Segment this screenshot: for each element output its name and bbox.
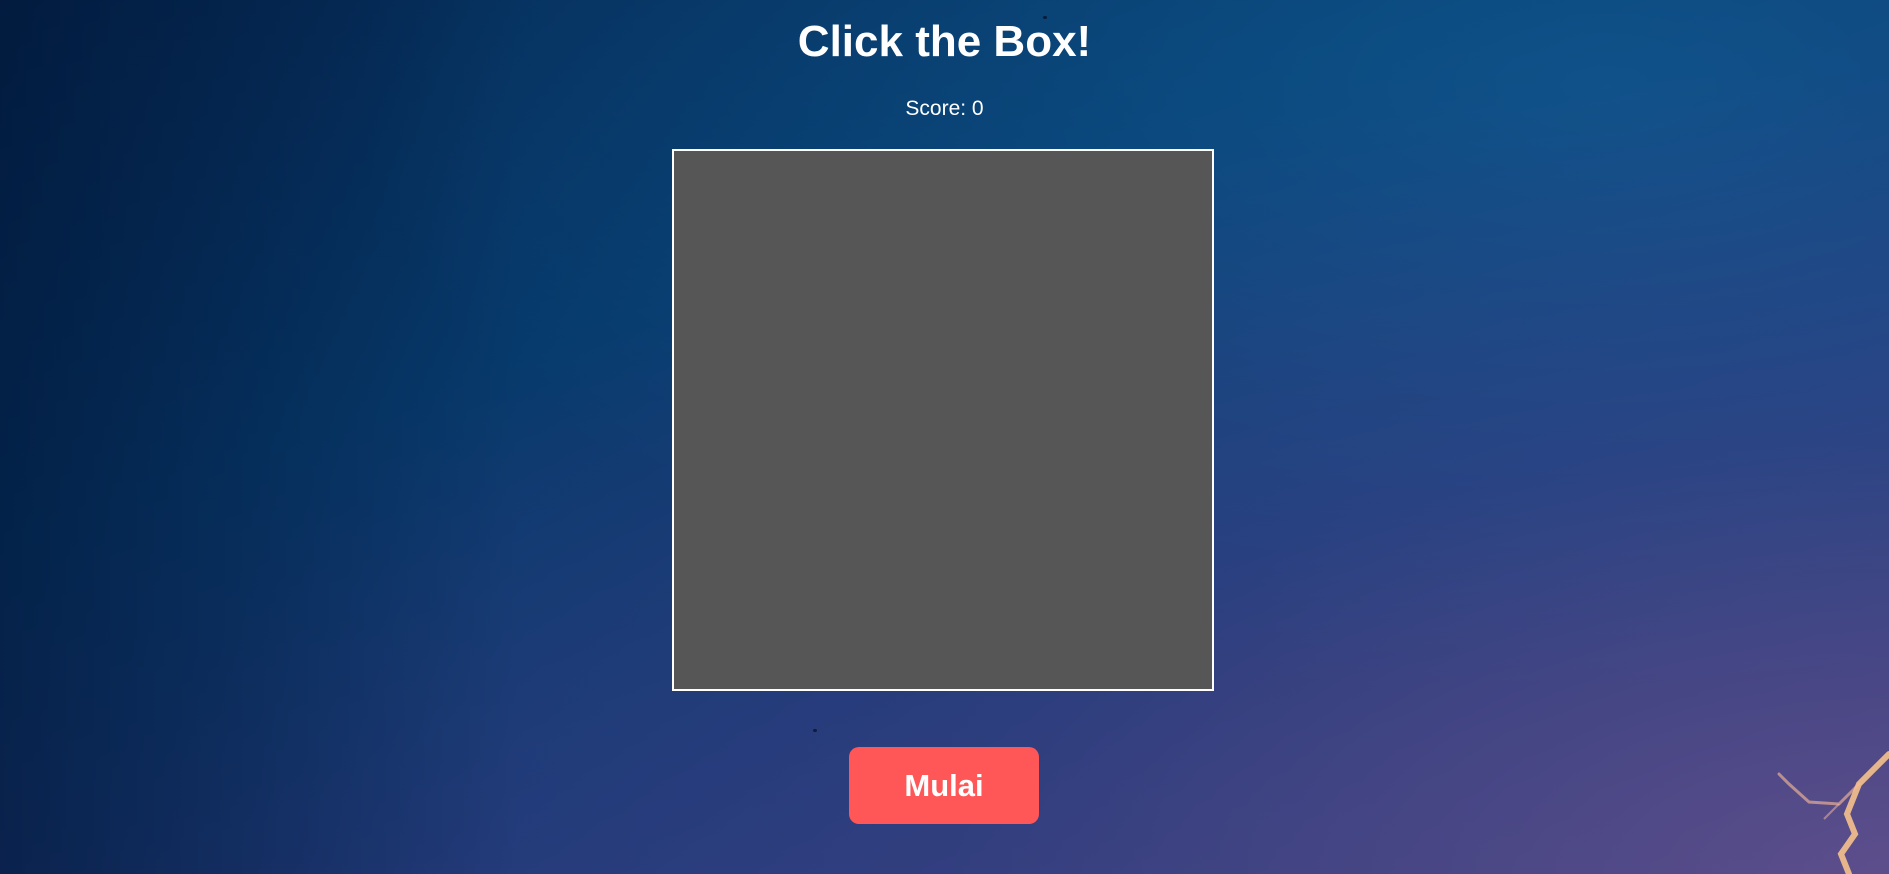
page-title: Click the Box! — [797, 17, 1092, 66]
game-area[interactable] — [672, 149, 1214, 691]
start-button[interactable]: Mulai — [849, 747, 1039, 824]
background-speck — [813, 729, 817, 732]
lightning-bolt — [1777, 751, 1889, 874]
score-display: Score: 0 — [905, 97, 984, 120]
background-shade — [0, 0, 520, 874]
